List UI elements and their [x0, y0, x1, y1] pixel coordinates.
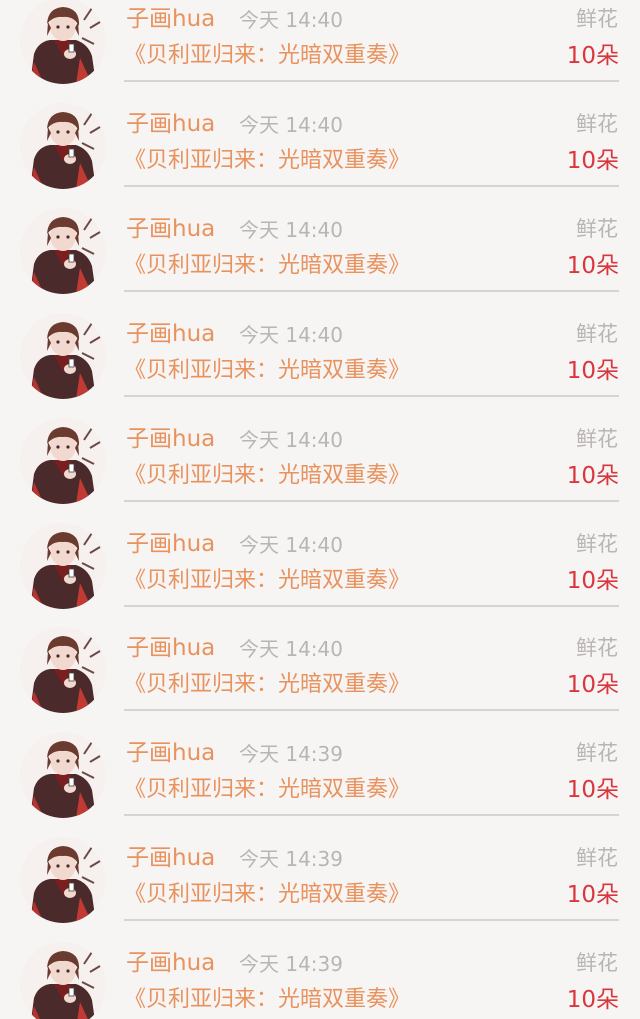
row-divider — [124, 709, 619, 712]
anime-avatar-icon — [20, 942, 106, 1019]
user-avatar[interactable] — [20, 312, 106, 399]
user-avatar[interactable] — [20, 627, 106, 714]
row-divider — [124, 289, 619, 292]
list-item[interactable]: 子画hua 今天 14:40 鲜花 《贝利亚归来：光暗双重奏》 10朵 — [0, 627, 640, 732]
gift-count: 10朵 — [566, 882, 619, 909]
list-item[interactable]: 子画hua 今天 14:39 鲜花 《贝利亚归来：光暗双重奏》 10朵 — [0, 942, 640, 1019]
gift-type: 鲜花 — [576, 7, 618, 31]
user-name[interactable]: 子画hua — [126, 4, 215, 34]
gift-count: 10朵 — [566, 147, 619, 174]
timestamp: 今天 14:40 — [239, 532, 343, 557]
user-name[interactable]: 子画hua — [126, 529, 215, 559]
gift-type: 鲜花 — [576, 951, 618, 976]
user-avatar[interactable] — [20, 417, 106, 504]
user-avatar[interactable] — [20, 837, 106, 924]
book-title[interactable]: 《贝利亚归来：光暗双重奏》 — [124, 985, 410, 1015]
gift-type: 鲜花 — [576, 636, 618, 661]
gift-count: 10朵 — [566, 777, 619, 804]
row-divider — [124, 394, 619, 397]
gift-type: 鲜花 — [576, 111, 618, 136]
gift-count: 10朵 — [566, 462, 619, 489]
row-divider — [124, 604, 619, 607]
list-item[interactable]: 子画hua 今天 14:39 鲜花 《贝利亚归来：光暗双重奏》 10朵 — [0, 732, 640, 837]
book-title[interactable]: 《贝利亚归来：光暗双重奏》 — [124, 41, 410, 71]
user-name[interactable]: 子画hua — [126, 843, 215, 873]
book-title[interactable]: 《贝利亚归来：光暗双重奏》 — [124, 566, 410, 596]
row-divider — [124, 919, 619, 922]
user-avatar[interactable] — [20, 522, 106, 609]
gift-count: 10朵 — [566, 357, 619, 384]
timestamp: 今天 14:40 — [239, 322, 343, 347]
user-name[interactable]: 子画hua — [126, 214, 215, 244]
anime-avatar-icon — [20, 522, 106, 609]
anime-avatar-icon — [20, 627, 106, 714]
list-item[interactable]: 子画hua 今天 14:40 鲜花 《贝利亚归来：光暗双重奏》 10朵 — [0, 312, 640, 418]
book-title[interactable]: 《贝利亚归来：光暗双重奏》 — [124, 356, 410, 386]
user-name[interactable]: 子画hua — [126, 319, 215, 349]
timestamp: 今天 14:40 — [239, 112, 343, 137]
anime-avatar-icon — [20, 0, 106, 84]
timestamp: 今天 14:40 — [239, 427, 343, 452]
book-title[interactable]: 《贝利亚归来：光暗双重奏》 — [124, 775, 410, 805]
list-item[interactable]: 子画hua 今天 14:40 鲜花 《贝利亚归来：光暗双重奏》 10朵 — [0, 522, 640, 628]
book-title[interactable]: 《贝利亚归来：光暗双重奏》 — [124, 880, 410, 910]
row-divider — [124, 499, 619, 502]
gift-count: 10朵 — [566, 567, 619, 594]
anime-avatar-icon — [20, 207, 106, 294]
user-name[interactable]: 子画hua — [126, 633, 215, 663]
anime-avatar-icon — [20, 417, 106, 504]
book-title[interactable]: 《贝利亚归来：光暗双重奏》 — [124, 461, 410, 491]
row-divider — [124, 814, 619, 817]
anime-avatar-icon — [20, 312, 106, 399]
user-avatar[interactable] — [20, 207, 106, 294]
book-title[interactable]: 《贝利亚归来：光暗双重奏》 — [124, 146, 410, 176]
user-avatar[interactable] — [20, 732, 106, 819]
user-avatar[interactable] — [20, 102, 106, 189]
user-avatar[interactable] — [20, 0, 106, 84]
gift-type: 鲜花 — [576, 321, 618, 346]
list-item[interactable]: 子画hua 今天 14:40 鲜花 《贝利亚归来：光暗双重奏》 10朵 — [0, 207, 640, 313]
gift-type: 鲜花 — [576, 846, 618, 871]
timestamp: 今天 14:39 — [239, 952, 343, 977]
user-name[interactable]: 子画hua — [126, 738, 215, 768]
list-item[interactable]: 子画hua 今天 14:39 鲜花 《贝利亚归来：光暗双重奏》 10朵 — [0, 837, 640, 942]
gift-count: 10朵 — [566, 43, 619, 69]
user-name[interactable]: 子画hua — [126, 948, 215, 978]
timestamp: 今天 14:40 — [239, 637, 343, 662]
row-divider — [124, 80, 619, 82]
row-divider — [124, 184, 619, 187]
anime-avatar-icon — [20, 837, 106, 924]
timestamp: 今天 14:39 — [239, 847, 343, 872]
list-item[interactable]: 子画hua 今天 14:40 鲜花 《贝利亚归来：光暗双重奏》 10朵 — [0, 102, 640, 208]
gift-type: 鲜花 — [576, 741, 618, 766]
gift-type: 鲜花 — [576, 531, 618, 556]
gift-record-list: 子画hua 今天 14:40 鲜花 《贝利亚归来：光暗双重奏》 10朵 子画hu… — [0, 0, 640, 1019]
user-name[interactable]: 子画hua — [126, 424, 215, 454]
list-item[interactable]: 子画hua 今天 14:40 鲜花 《贝利亚归来：光暗双重奏》 10朵 — [0, 0, 640, 103]
user-name[interactable]: 子画hua — [126, 109, 215, 139]
gift-count: 10朵 — [566, 252, 619, 279]
gift-type: 鲜花 — [576, 426, 618, 451]
gift-count: 10朵 — [566, 672, 619, 699]
list-item[interactable]: 子画hua 今天 14:40 鲜花 《贝利亚归来：光暗双重奏》 10朵 — [0, 417, 640, 523]
user-avatar[interactable] — [20, 942, 106, 1019]
book-title[interactable]: 《贝利亚归来：光暗双重奏》 — [124, 670, 410, 700]
timestamp: 今天 14:39 — [239, 742, 343, 767]
anime-avatar-icon — [20, 102, 106, 189]
anime-avatar-icon — [20, 732, 106, 819]
gift-type: 鲜花 — [576, 216, 618, 241]
timestamp: 今天 14:40 — [239, 217, 343, 242]
timestamp: 今天 14:40 — [239, 8, 343, 32]
book-title[interactable]: 《贝利亚归来：光暗双重奏》 — [124, 251, 410, 281]
gift-count: 10朵 — [566, 987, 619, 1014]
